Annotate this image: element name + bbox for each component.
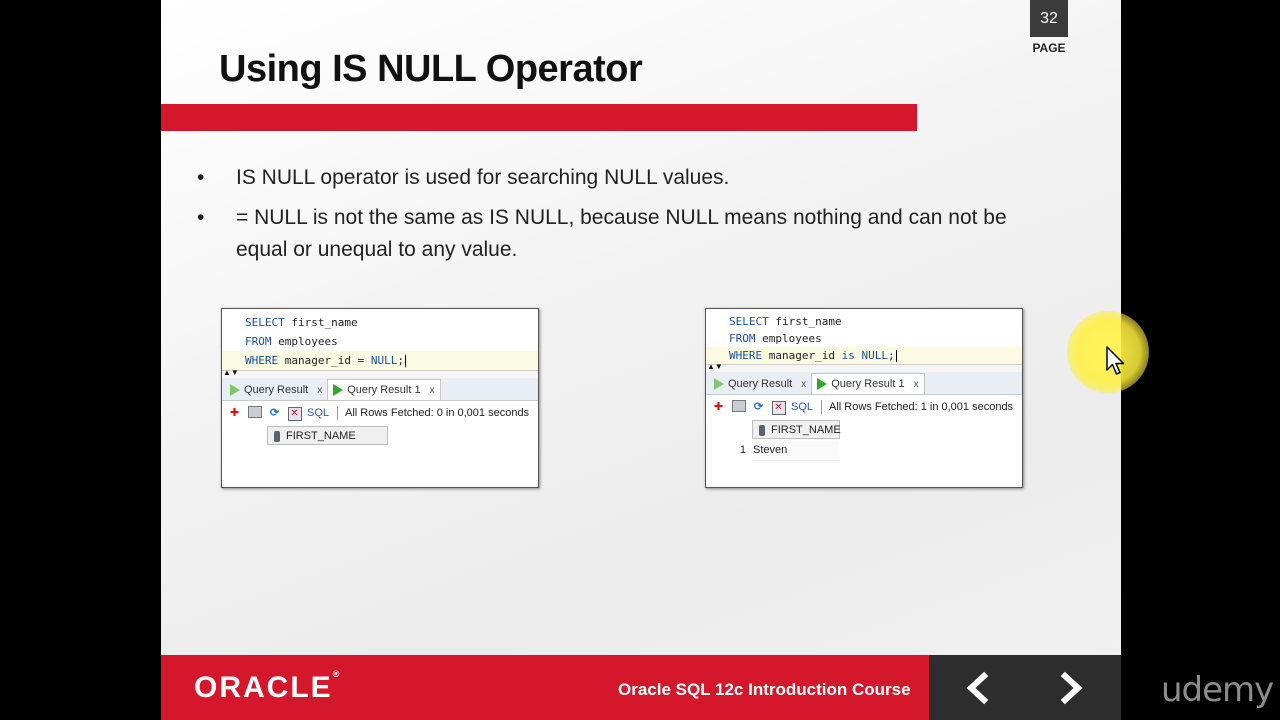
- sql-keyword: is NULL: [841, 349, 888, 362]
- delete-grid-icon[interactable]: ✕: [771, 400, 786, 415]
- close-icon[interactable]: x: [914, 379, 919, 390]
- result-tabs: Query Result x Query Result 1 x: [222, 378, 538, 401]
- column-header-first-name[interactable]: FIRST_NAME: [267, 426, 388, 445]
- registered-mark: ®: [332, 669, 340, 679]
- close-icon[interactable]: x: [317, 385, 322, 396]
- oracle-logo: ORACLE®: [194, 669, 340, 705]
- sql-text: ;: [887, 349, 895, 362]
- fetch-status: All Rows Fetched: 1 in 0,001 seconds: [829, 401, 1014, 413]
- code-line-current: WHERE manager_id = NULL;: [222, 351, 538, 370]
- sql-keyword: FROM: [729, 332, 756, 345]
- print-icon[interactable]: [731, 399, 746, 415]
- sql-text: first_name: [768, 315, 842, 328]
- code-line: SELECT first_name: [729, 313, 1022, 330]
- splitter-arrows-icon[interactable]: ▲▼: [707, 363, 723, 371]
- tab-query-result-1[interactable]: Query Result 1 x: [327, 379, 441, 400]
- sql-editor[interactable]: SELECT first_name FROM employees WHERE m…: [222, 309, 538, 370]
- code-line: FROM employees: [245, 332, 538, 351]
- sql-text: ;: [397, 354, 404, 367]
- run-triangle-icon: [817, 378, 828, 390]
- chevron-left-icon: [966, 671, 989, 705]
- page-number-badge: 32: [1030, 0, 1068, 37]
- sql-link[interactable]: SQL: [307, 407, 329, 419]
- chevron-right-icon: [1060, 671, 1083, 705]
- tab-label: Query Result: [728, 378, 793, 390]
- text-caret: [404, 355, 406, 367]
- mouse-cursor-icon: [1106, 346, 1126, 381]
- row-number: 1: [739, 444, 746, 456]
- tab-query-result[interactable]: Query Result x: [225, 380, 327, 400]
- fetch-status: All Rows Fetched: 0 in 0,001 seconds: [345, 407, 530, 419]
- column-type-icon: [759, 425, 765, 436]
- sql-text: manager_id: [762, 349, 842, 362]
- udemy-watermark: udemy: [1161, 670, 1274, 710]
- sql-text: first_name: [284, 316, 358, 329]
- result-grid-header: FIRST_NAME: [706, 419, 1022, 441]
- bullet-dot: •: [197, 206, 205, 229]
- splitter-arrows-icon[interactable]: ▲▼: [223, 369, 239, 377]
- column-type-icon: [274, 431, 280, 442]
- table-cell[interactable]: Steven: [752, 441, 839, 461]
- code-line: SELECT first_name: [245, 313, 538, 332]
- sql-keyword: WHERE: [729, 349, 763, 362]
- bullet-list: • IS NULL operator is used for searching…: [197, 162, 1057, 274]
- tab-label: Query Result 1: [831, 378, 905, 390]
- run-triangle-icon: [714, 378, 724, 390]
- course-title: Oracle SQL 12c Introduction Course: [618, 680, 911, 699]
- sql-keyword: SELECT: [729, 315, 769, 328]
- column-header-first-name[interactable]: FIRST_NAME: [752, 420, 841, 439]
- bullet-item: • = NULL is not the same as IS NULL, bec…: [197, 202, 1057, 266]
- sql-text: manager_id =: [278, 354, 371, 367]
- column-label: FIRST_NAME: [771, 424, 841, 436]
- next-slide-button[interactable]: [1051, 668, 1091, 708]
- tab-label: Query Result 1: [347, 384, 421, 396]
- result-grid-header: FIRST_NAME: [222, 425, 538, 447]
- sql-link[interactable]: SQL: [791, 401, 813, 413]
- bullet-dot: •: [197, 166, 205, 189]
- sql-keyword: WHERE: [245, 354, 279, 367]
- code-line: FROM employees: [729, 330, 1022, 347]
- column-label: FIRST_NAME: [286, 430, 356, 442]
- refresh-icon[interactable]: ⟳: [267, 406, 282, 421]
- panel-splitter[interactable]: ▲▼: [222, 369, 538, 378]
- sql-keyword: FROM: [245, 335, 272, 348]
- toolbar-divider: [337, 406, 339, 420]
- slide-title: Using IS NULL Operator: [219, 48, 643, 90]
- logo-text: ORACLE: [194, 671, 333, 704]
- run-triangle-icon: [333, 384, 344, 396]
- delete-grid-icon[interactable]: ✕: [287, 406, 302, 421]
- code-line-current: WHERE manager_id is NULL;: [706, 347, 1022, 364]
- prev-slide-button[interactable]: [958, 668, 998, 708]
- toolbar-divider: [821, 400, 823, 414]
- bullet-text: IS NULL operator is used for searching N…: [236, 166, 730, 189]
- sql-text: employees: [271, 335, 338, 348]
- close-icon[interactable]: x: [430, 385, 435, 396]
- tab-label: Query Result: [244, 384, 309, 396]
- sql-developer-panel-equals-null: SELECT first_name FROM employees WHERE m…: [221, 308, 539, 488]
- print-icon[interactable]: [247, 405, 262, 421]
- pin-icon[interactable]: ✚: [711, 400, 726, 415]
- bullet-text: = NULL is not the same as IS NULL, becau…: [236, 206, 1007, 261]
- bullet-item: • IS NULL operator is used for searching…: [197, 162, 1057, 194]
- sql-keyword: SELECT: [245, 316, 285, 329]
- result-tabs: Query Result x Query Result 1 x: [706, 372, 1022, 395]
- sql-keyword: NULL: [370, 354, 398, 367]
- result-toolbar: ✚ ⟳ ✕ SQL All Rows Fetched: 1 in 0,001 s…: [706, 395, 1022, 419]
- title-accent-bar: [161, 104, 917, 131]
- slide: 32 PAGE Using IS NULL Operator • IS NULL…: [161, 0, 1121, 720]
- run-triangle-icon: [230, 384, 240, 396]
- tab-query-result[interactable]: Query Result x: [709, 374, 811, 394]
- pin-icon[interactable]: ✚: [227, 406, 242, 421]
- sql-text: employees: [755, 332, 822, 345]
- panel-splitter[interactable]: ▲▼: [706, 363, 1022, 372]
- tab-query-result-1[interactable]: Query Result 1 x: [811, 373, 925, 394]
- result-toolbar: ✚ ⟳ ✕ SQL All Rows Fetched: 0 in 0,001 s…: [222, 401, 538, 425]
- table-row[interactable]: 1 Steven: [706, 441, 1022, 461]
- page-label: PAGE: [1032, 41, 1066, 55]
- refresh-icon[interactable]: ⟳: [751, 400, 766, 415]
- sql-developer-panel-is-null: SELECT first_name FROM employees WHERE m…: [705, 308, 1023, 488]
- text-caret: [895, 350, 897, 362]
- sql-editor[interactable]: SELECT first_name FROM employees WHERE m…: [706, 309, 1022, 364]
- close-icon[interactable]: x: [801, 379, 806, 390]
